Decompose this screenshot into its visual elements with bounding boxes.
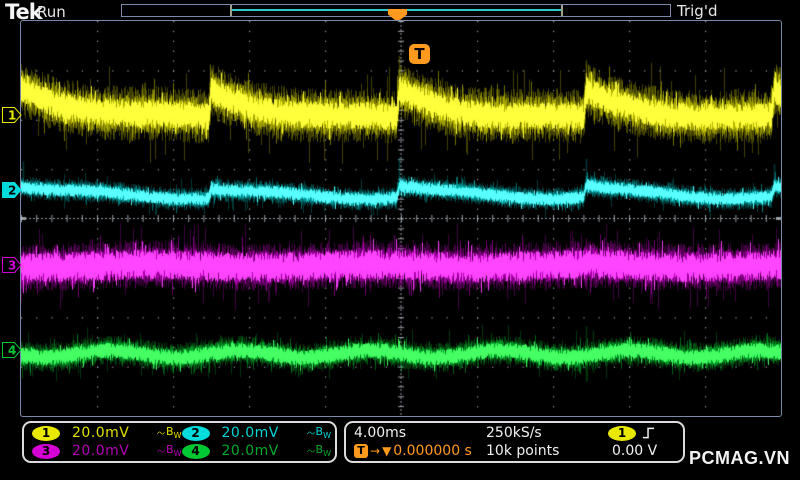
svg-text:3: 3 [8,259,16,273]
horizontal-trigger-readout-box: 4.00ms 250kS/s 1 T → ▼ 0.000000 s 10k point… [344,421,685,463]
bandwidth-limit-icon: BW [315,443,331,459]
bandwidth-limit-icon: BW [166,443,182,459]
channel-4-badge: 4 [181,443,210,459]
trigger-position-value: 0.000000 s [393,443,472,459]
channel-1-ground-marker: 1 [2,107,22,123]
channel-4-indicators: BW [306,443,331,459]
channel-2-indicators: BW [306,425,331,441]
channel-2-badge: 2 [181,425,210,441]
trigger-delay-icon: T [354,444,368,458]
oscilloscope-screen: Tek Run Trig'd T 1 2 3 4 1 20.0mV BW 2 2… [0,0,800,480]
rising-edge-icon [642,427,655,439]
channel-1-badge: 1 [32,425,60,441]
trigger-source-badge: 1 [608,425,636,441]
svg-text:4: 4 [8,344,16,358]
channel-readout-box: 1 20.0mV BW 2 20.0mV BW 3 20.0mV BW 4 20… [22,421,337,463]
trigger-position-badge: T [409,44,430,64]
channel-4-scale: 20.0mV [221,443,279,459]
channel-1-scale: 20.0mV [72,425,130,441]
record-length: 10k points [486,443,560,459]
bandwidth-limit-icon: BW [315,425,331,441]
waveform-display [21,21,781,416]
arrow-right-icon: → [370,444,381,458]
ac-coupling-icon [157,431,165,435]
channel-4-ground-marker: 4 [2,342,22,358]
trigger-status: Trig'd [677,2,718,20]
watermark: PCMAG.VN [689,448,791,468]
record-window-end-bracket [561,5,563,16]
bandwidth-limit-icon: BW [166,425,182,441]
channel-3-ground-marker: 3 [2,257,22,273]
svg-text:2: 2 [8,184,16,198]
graticule: T [20,20,782,417]
ac-coupling-icon [306,431,315,435]
sample-rate: 250kS/s [486,425,542,441]
channel-2-ground-marker: 2 [2,182,22,198]
channel-3-badge: 3 [32,443,60,459]
triangle-down-icon: ▼ [382,444,392,458]
channel-2-scale: 20.0mV [221,425,279,441]
svg-text:1: 1 [8,109,16,123]
trigger-level-value: 0.00 V [612,443,658,459]
channel-1-indicators: BW [157,425,182,441]
horizontal-scale: 4.00ms [354,425,407,441]
channel-3-indicators: BW [157,443,182,459]
channel-3-scale: 20.0mV [72,443,130,459]
ac-coupling-icon [306,449,315,453]
ac-coupling-icon [157,449,165,453]
acquisition-status: Run [37,3,66,21]
